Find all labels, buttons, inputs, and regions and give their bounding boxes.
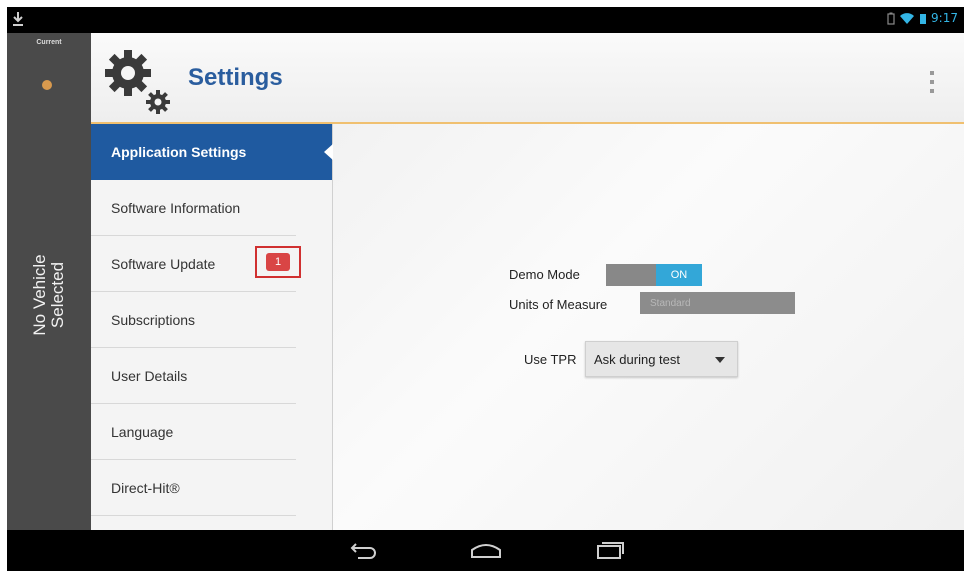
current-label: Current — [36, 39, 62, 46]
nav-item-subscriptions[interactable]: Subscriptions — [91, 292, 332, 348]
clock-time: 9:17 — [931, 11, 958, 25]
nav-item-application-settings[interactable]: Application Settings — [91, 124, 334, 180]
vehicle-line-1: No Vehicle — [30, 254, 49, 336]
vehicle-status-dot — [42, 80, 52, 90]
nav-item-label: Direct-Hit® — [111, 480, 180, 496]
units-of-measure-select[interactable]: Standard — [640, 292, 795, 314]
nav-item-software-update[interactable]: Software Update 1 — [91, 236, 332, 292]
use-tpr-label: Use TPR — [524, 352, 577, 367]
nav-item-label: User Details — [111, 368, 188, 384]
vehicle-rail[interactable]: Current No Vehicle Selected — [7, 33, 91, 530]
demo-mode-label: Demo Mode — [509, 267, 580, 282]
tablet-screen: 9:17 Current No Vehicle Selected Setting… — [7, 7, 964, 571]
settings-nav: Application Settings Software Informatio… — [91, 124, 334, 530]
android-nav-bar — [7, 530, 964, 571]
settings-header: Settings — [91, 33, 964, 124]
small-gear-icon — [146, 90, 170, 114]
nav-item-label: Subscriptions — [111, 312, 196, 328]
page-title: Settings — [188, 64, 283, 91]
update-badge-highlight: 1 — [255, 246, 301, 278]
no-vehicle-selected[interactable]: No Vehicle Selected — [30, 195, 67, 395]
signal-icon — [920, 13, 927, 24]
nav-item-language[interactable]: Language — [91, 404, 332, 460]
status-bar: 9:17 — [7, 7, 964, 33]
nav-item-software-information[interactable]: Software Information — [91, 180, 332, 236]
toggle-on-state: ON — [656, 264, 702, 286]
nav-item-label: Software Information — [111, 200, 241, 216]
home-icon[interactable] — [469, 540, 503, 560]
demo-mode-toggle[interactable]: ON — [606, 264, 702, 286]
wifi-icon — [900, 12, 915, 24]
nav-item-direct-hit[interactable]: Direct-Hit® — [91, 460, 332, 516]
application-settings-panel: Demo Mode ON Units of Measure Standard U… — [333, 124, 964, 530]
use-tpr-dropdown[interactable]: Ask during test — [585, 341, 738, 377]
nav-item-user-details[interactable]: User Details — [91, 348, 332, 404]
overflow-menu-icon[interactable] — [930, 71, 934, 93]
recent-apps-icon[interactable] — [595, 540, 625, 560]
back-icon[interactable] — [348, 540, 378, 560]
download-icon — [13, 12, 23, 26]
chevron-down-icon — [715, 357, 725, 363]
update-count-badge: 1 — [266, 253, 290, 271]
nav-item-label: Application Settings — [111, 144, 247, 160]
tpr-selected-value: Ask during test — [594, 351, 680, 367]
units-of-measure-label: Units of Measure — [509, 297, 608, 312]
status-icons: 9:17 — [887, 11, 958, 25]
nav-item-label: Language — [111, 424, 174, 440]
nav-item-label: Software Update — [111, 256, 216, 272]
battery-icon — [887, 12, 895, 25]
vehicle-line-2: Selected — [48, 261, 67, 329]
